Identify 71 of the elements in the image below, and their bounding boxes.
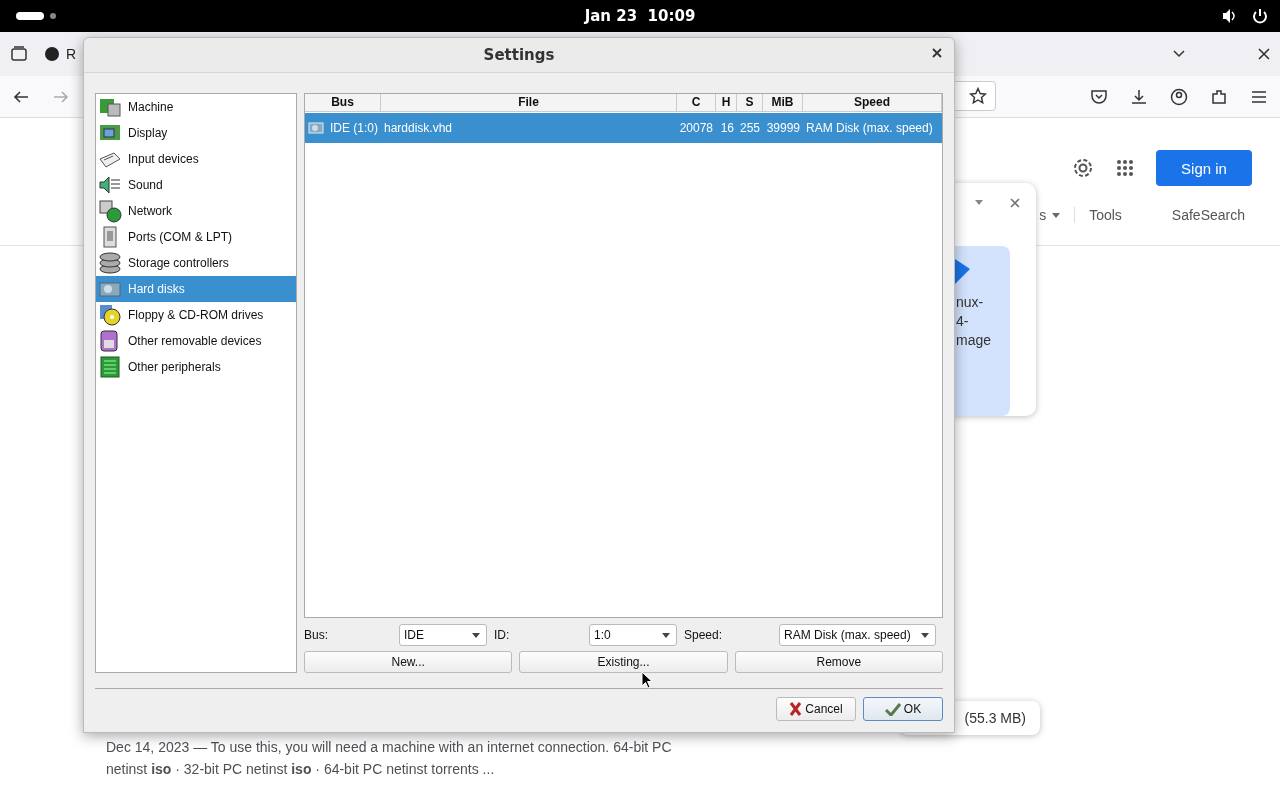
table-cell: IDE (1:0) [305, 121, 381, 135]
close-icon [1010, 198, 1020, 208]
dropdown-caret-icon [1052, 212, 1061, 218]
filter-link[interactable]: Tools [1089, 207, 1122, 223]
action-button[interactable]: Remove [734, 651, 943, 673]
column-header[interactable]: MiB [763, 94, 803, 111]
table-cell-text: 20078 [678, 121, 714, 135]
category-item[interactable]: Display [96, 120, 296, 146]
cross-icon [789, 702, 803, 716]
column-header[interactable]: Speed [803, 94, 942, 111]
column-header[interactable]: Bus [305, 94, 381, 111]
table-cell-text: RAM Disk (max. speed) [805, 121, 934, 135]
disk-stack-icon [98, 251, 122, 275]
volume-icon [1222, 8, 1238, 24]
category-item[interactable]: Storage controllers [96, 250, 296, 276]
category-item[interactable]: Other removable devices [96, 328, 296, 354]
cd-icon [98, 303, 122, 327]
apps-grid-icon [1116, 159, 1134, 177]
dropdown-caret-icon [472, 632, 480, 638]
filter-link[interactable]: SafeSearch [1171, 207, 1245, 223]
category-item[interactable]: Machine [96, 94, 296, 120]
field-label: ID: [494, 628, 511, 642]
close-icon [1258, 48, 1270, 60]
dropdown-field[interactable]: RAM Disk (max. speed) [779, 624, 936, 646]
window-title: Settings [483, 46, 555, 64]
table-cell-text: 39999 [765, 121, 801, 135]
field-label: Bus: [304, 628, 329, 642]
table-cell-text: harddisk.vhd [383, 121, 454, 135]
field-label: Speed: [684, 628, 724, 642]
circuit-board-icon [98, 355, 122, 379]
result-snippet: Dec 14, 2023 — To use this, you will need a machine with an internet connection. 64-bit PC netinst iso · 32-bit PC netinst iso · 64-bit PC netinst torrents ... [106, 738, 672, 779]
pocket-icon [1090, 87, 1108, 106]
activities-icon[interactable] [16, 11, 58, 21]
dropdown-caret-icon [921, 632, 929, 638]
category-item[interactable]: Floppy & CD-ROM drives [96, 302, 296, 328]
settings-icon [1072, 157, 1094, 179]
download-icon [1130, 87, 1148, 106]
table-cell-text: 16 [719, 121, 735, 135]
category-item[interactable]: Network [96, 198, 296, 224]
cancel-button[interactable]: Cancel [776, 697, 856, 721]
mouse-cursor-icon [641, 671, 653, 689]
clock[interactable]: Jan 23 10:09 [584, 7, 696, 25]
power-icon [1252, 8, 1268, 24]
filter-link[interactable]: s [1039, 207, 1076, 223]
account-icon [1170, 87, 1188, 106]
column-header[interactable]: H [716, 94, 737, 111]
file-size: (55.3 MB) [964, 710, 1026, 726]
dropdown-caret-icon [662, 632, 670, 638]
ok-button[interactable]: OK [863, 697, 943, 721]
star-icon [969, 87, 987, 105]
sign-in-button[interactable]: Sign in [1156, 150, 1252, 186]
table-cell-text: 255 [738, 121, 761, 135]
dropdown-caret-icon [975, 200, 983, 205]
dropdown-field[interactable]: IDE [399, 624, 487, 646]
close-icon [932, 48, 942, 58]
category-item[interactable]: Other peripherals [96, 354, 296, 380]
image-caption: nux- 4- mage [956, 293, 992, 350]
dropdown-field[interactable]: 1:0 [589, 624, 677, 646]
column-header[interactable]: C [677, 94, 716, 111]
category-item[interactable]: Ports (COM & LPT) [96, 224, 296, 250]
column-header[interactable]: S [737, 94, 763, 111]
check-icon [884, 702, 901, 716]
tab-list-icon [10, 45, 28, 63]
action-button[interactable]: Existing... [519, 651, 728, 673]
action-button[interactable]: New... [304, 651, 513, 673]
tab-title[interactable]: R [66, 46, 77, 62]
category-item[interactable]: Input devices [96, 146, 296, 172]
network-icon [98, 199, 122, 223]
category-item[interactable]: Sound [96, 172, 296, 198]
column-header[interactable]: File [381, 94, 677, 111]
extensions-icon [1210, 87, 1228, 106]
